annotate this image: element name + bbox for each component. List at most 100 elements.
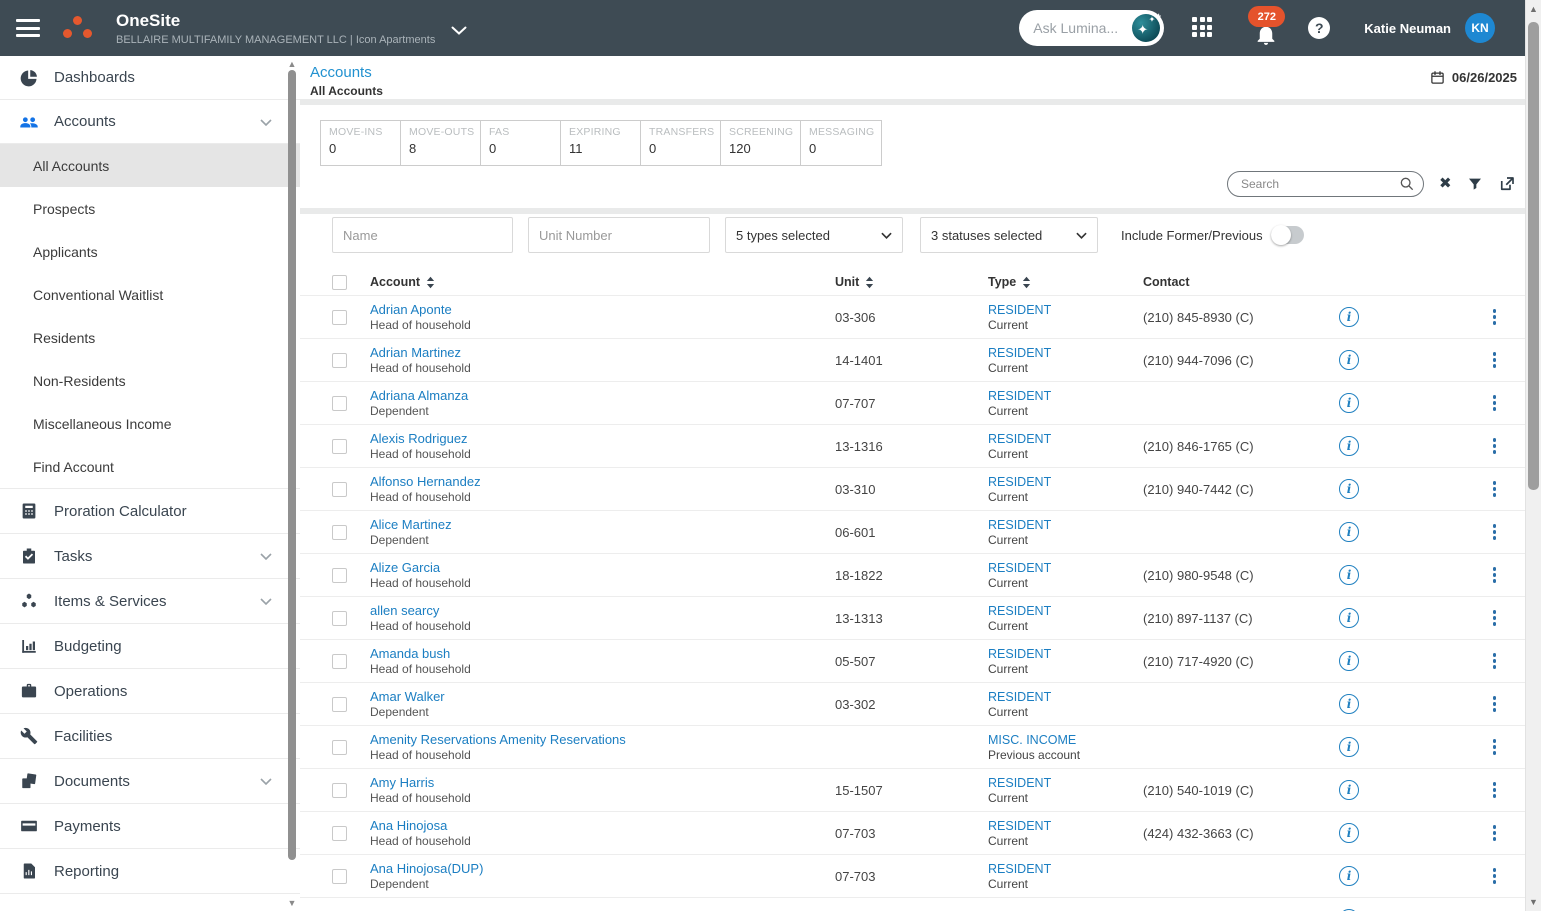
account-type[interactable]: RESIDENT [988,646,1143,662]
stat-transfers[interactable]: TRANSFERS 0 [641,121,721,165]
account-name-link[interactable]: Ana Hinojosa(DUP) [370,861,835,877]
row-checkbox[interactable] [332,696,347,712]
sidebar-scrollbar[interactable]: ▲ ▼ [287,56,298,911]
row-menu-kebab-icon[interactable] [1490,779,1500,801]
stat-messaging[interactable]: MESSAGING 0 [801,121,881,165]
stat-move-outs[interactable]: MOVE-OUTS 8 [401,121,481,165]
account-name-link[interactable]: Alfonso Hernandez [370,474,835,490]
name-filter-input[interactable] [332,217,513,253]
user-name[interactable]: Katie Neuman [1364,21,1451,36]
sidebar-item-documents[interactable]: Documents [0,759,300,804]
lumina-sparkle-icon[interactable]: ✦ ✦ + [1132,11,1161,42]
column-header-unit[interactable]: Unit [835,275,859,289]
hamburger-menu-icon[interactable] [16,19,40,37]
row-checkbox[interactable] [332,395,347,411]
stat-screening[interactable]: SCREENING 120 [721,121,801,165]
account-name-link[interactable]: Amenity Reservations Amenity Reservation… [370,732,835,748]
account-name-link[interactable]: Adrian Aponte [370,302,835,318]
sidebar-subitem-applicants[interactable]: Applicants [0,230,300,273]
account-name-link[interactable]: Amy Harris [370,775,835,791]
breadcrumb[interactable]: Accounts [310,64,383,82]
account-type[interactable]: RESIDENT [988,603,1143,619]
sidebar-subitem-conventional-waitlist[interactable]: Conventional Waitlist [0,273,300,316]
account-name-link[interactable]: Alexis Rodriguez [370,431,835,447]
account-name-link[interactable]: Adrian Martinez [370,345,835,361]
info-icon[interactable]: i [1339,522,1359,542]
row-checkbox[interactable] [332,825,347,841]
column-header-type[interactable]: Type [988,275,1016,289]
sidebar-item-facilities[interactable]: Facilities [0,714,300,759]
account-name-link[interactable]: Amanda bush [370,646,835,662]
account-type[interactable]: RESIDENT [988,818,1143,834]
account-type[interactable]: RESIDENT [988,474,1143,490]
clear-filters-button[interactable]: ✖ [1439,176,1452,192]
row-menu-kebab-icon[interactable] [1490,650,1500,672]
sidebar-item-payments[interactable]: Payments [0,804,300,849]
account-type[interactable]: RESIDENT [988,689,1143,705]
account-type[interactable]: RESIDENT [988,560,1143,576]
sidebar-item-accounts[interactable]: Accounts [0,100,300,144]
account-name-link[interactable]: Alize Garcia [370,560,835,576]
row-menu-kebab-icon[interactable] [1490,435,1500,457]
sort-icon[interactable] [1021,276,1032,289]
sidebar-subitem-prospects[interactable]: Prospects [0,187,300,230]
info-icon[interactable]: i [1339,737,1359,757]
account-name-link[interactable]: Alice Martinez [370,517,835,533]
row-menu-kebab-icon[interactable] [1490,392,1500,414]
sidebar-scroll-thumb[interactable] [288,70,296,860]
row-checkbox[interactable] [332,567,347,583]
sidebar-item-items-services[interactable]: Items & Services [0,579,300,624]
row-menu-kebab-icon[interactable] [1490,564,1500,586]
apps-grid-icon[interactable] [1192,17,1214,39]
info-icon[interactable]: i [1339,694,1359,714]
stat-fas[interactable]: FAS 0 [481,121,561,165]
account-type[interactable]: RESIDENT [988,388,1143,404]
sidebar-item-budgeting[interactable]: Budgeting [0,624,300,669]
account-type[interactable]: MISC. INCOME [988,732,1143,748]
sort-icon[interactable] [864,276,875,289]
export-button[interactable] [1498,175,1516,193]
account-type[interactable]: RESIDENT [988,345,1143,361]
row-checkbox[interactable] [332,653,347,669]
window-scrollbar[interactable]: ▲ ▼ [1525,0,1541,911]
account-type[interactable]: RESIDENT [988,302,1143,318]
help-icon[interactable]: ? [1308,17,1331,39]
row-checkbox[interactable] [332,481,347,497]
account-type[interactable]: RESIDENT [988,431,1143,447]
account-type[interactable]: RESIDENT [988,517,1143,533]
row-checkbox[interactable] [332,739,347,755]
sidebar-subitem-miscellaneous-income[interactable]: Miscellaneous Income [0,402,300,445]
info-icon[interactable]: i [1339,823,1359,843]
filter-button[interactable] [1467,176,1483,192]
row-menu-kebab-icon[interactable] [1490,736,1500,758]
info-icon[interactable]: i [1339,608,1359,628]
row-checkbox[interactable] [332,438,347,454]
sidebar-subitem-non-residents[interactable]: Non-Residents [0,359,300,402]
sidebar-item-dashboards[interactable]: Dashboards [0,56,300,100]
account-name-link[interactable]: Amar Walker [370,689,835,705]
notifications-button[interactable]: 272 [1246,6,1286,50]
row-checkbox[interactable] [332,782,347,798]
account-name-link[interactable]: Adriana Almanza [370,388,835,404]
account-name-link[interactable]: allen searcy [370,603,835,619]
stat-expiring[interactable]: EXPIRING 11 [561,121,641,165]
sidebar-item-reporting[interactable]: Reporting [0,849,300,894]
info-icon[interactable]: i [1339,651,1359,671]
row-checkbox[interactable] [332,352,347,368]
info-icon[interactable]: i [1339,350,1359,370]
stat-move-ins[interactable]: MOVE-INS 0 [321,121,401,165]
info-icon[interactable]: i [1339,780,1359,800]
avatar[interactable]: KN [1465,13,1495,43]
sidebar-scroll-up-arrow[interactable]: ▲ [287,59,297,69]
row-menu-kebab-icon[interactable] [1490,693,1500,715]
sidebar-item-proration-calculator[interactable]: Proration Calculator [0,489,300,534]
sidebar-scroll-down-arrow[interactable]: ▼ [287,898,297,908]
scroll-up-arrow[interactable]: ▲ [1526,4,1541,14]
row-menu-kebab-icon[interactable] [1490,822,1500,844]
sort-icon[interactable] [425,276,436,289]
row-menu-kebab-icon[interactable] [1490,478,1500,500]
row-checkbox[interactable] [332,309,347,325]
statuses-select[interactable]: 3 statuses selected [920,217,1098,253]
sidebar-subitem-find-account[interactable]: Find Account [0,445,300,488]
account-name-link[interactable]: Ana Hinojosa [370,818,835,834]
